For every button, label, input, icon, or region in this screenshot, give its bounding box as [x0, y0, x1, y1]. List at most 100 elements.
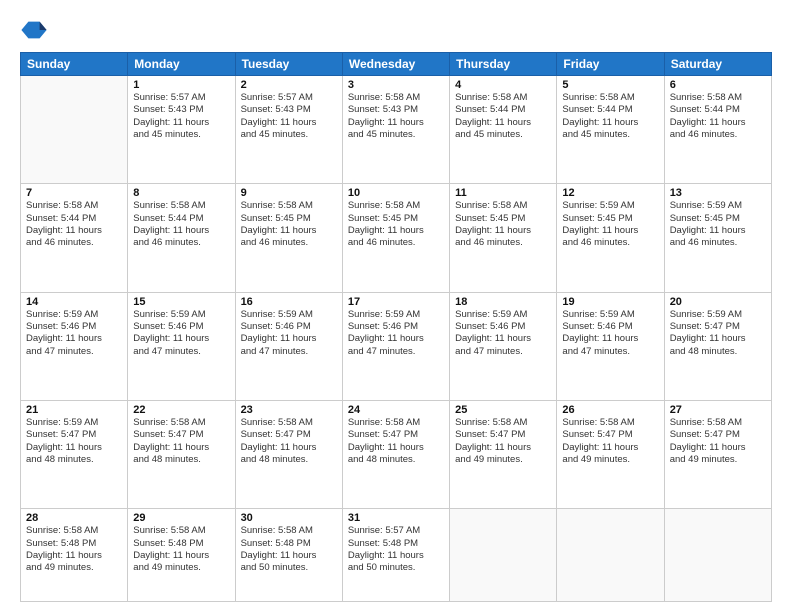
logo-icon	[20, 16, 48, 44]
day-number: 12	[562, 187, 658, 199]
day-number: 14	[26, 296, 122, 308]
day-number: 27	[670, 404, 766, 416]
day-number: 5	[562, 79, 658, 91]
day-info: Sunrise: 5:58 AM Sunset: 5:47 PM Dayligh…	[241, 417, 337, 466]
day-number: 17	[348, 296, 444, 308]
day-info: Sunrise: 5:58 AM Sunset: 5:45 PM Dayligh…	[241, 200, 337, 249]
week-row-4: 21Sunrise: 5:59 AM Sunset: 5:47 PM Dayli…	[21, 401, 772, 509]
day-info: Sunrise: 5:58 AM Sunset: 5:45 PM Dayligh…	[348, 200, 444, 249]
day-cell: 26Sunrise: 5:58 AM Sunset: 5:47 PM Dayli…	[557, 401, 664, 509]
day-info: Sunrise: 5:58 AM Sunset: 5:48 PM Dayligh…	[26, 525, 122, 574]
day-number: 29	[133, 512, 229, 524]
header	[20, 16, 772, 44]
day-cell: 23Sunrise: 5:58 AM Sunset: 5:47 PM Dayli…	[235, 401, 342, 509]
day-cell: 3Sunrise: 5:58 AM Sunset: 5:43 PM Daylig…	[342, 76, 449, 184]
day-number: 18	[455, 296, 551, 308]
day-cell	[664, 509, 771, 602]
day-info: Sunrise: 5:58 AM Sunset: 5:44 PM Dayligh…	[455, 92, 551, 141]
weekday-header-row: SundayMondayTuesdayWednesdayThursdayFrid…	[21, 53, 772, 76]
day-cell: 27Sunrise: 5:58 AM Sunset: 5:47 PM Dayli…	[664, 401, 771, 509]
day-info: Sunrise: 5:59 AM Sunset: 5:47 PM Dayligh…	[670, 309, 766, 358]
day-cell: 9Sunrise: 5:58 AM Sunset: 5:45 PM Daylig…	[235, 184, 342, 292]
page: SundayMondayTuesdayWednesdayThursdayFrid…	[0, 0, 792, 612]
day-info: Sunrise: 5:58 AM Sunset: 5:44 PM Dayligh…	[133, 200, 229, 249]
day-cell: 28Sunrise: 5:58 AM Sunset: 5:48 PM Dayli…	[21, 509, 128, 602]
day-cell: 14Sunrise: 5:59 AM Sunset: 5:46 PM Dayli…	[21, 292, 128, 400]
day-cell	[450, 509, 557, 602]
day-cell: 22Sunrise: 5:58 AM Sunset: 5:47 PM Dayli…	[128, 401, 235, 509]
day-number: 22	[133, 404, 229, 416]
day-cell: 31Sunrise: 5:57 AM Sunset: 5:48 PM Dayli…	[342, 509, 449, 602]
day-cell: 2Sunrise: 5:57 AM Sunset: 5:43 PM Daylig…	[235, 76, 342, 184]
day-number: 2	[241, 79, 337, 91]
day-info: Sunrise: 5:58 AM Sunset: 5:47 PM Dayligh…	[670, 417, 766, 466]
day-info: Sunrise: 5:58 AM Sunset: 5:45 PM Dayligh…	[455, 200, 551, 249]
logo-text	[20, 16, 50, 44]
day-info: Sunrise: 5:58 AM Sunset: 5:44 PM Dayligh…	[26, 200, 122, 249]
day-cell: 5Sunrise: 5:58 AM Sunset: 5:44 PM Daylig…	[557, 76, 664, 184]
day-cell: 8Sunrise: 5:58 AM Sunset: 5:44 PM Daylig…	[128, 184, 235, 292]
day-info: Sunrise: 5:58 AM Sunset: 5:44 PM Dayligh…	[562, 92, 658, 141]
day-cell: 24Sunrise: 5:58 AM Sunset: 5:47 PM Dayli…	[342, 401, 449, 509]
day-number: 8	[133, 187, 229, 199]
day-cell: 25Sunrise: 5:58 AM Sunset: 5:47 PM Dayli…	[450, 401, 557, 509]
day-number: 6	[670, 79, 766, 91]
day-number: 26	[562, 404, 658, 416]
day-info: Sunrise: 5:57 AM Sunset: 5:48 PM Dayligh…	[348, 525, 444, 574]
day-cell: 20Sunrise: 5:59 AM Sunset: 5:47 PM Dayli…	[664, 292, 771, 400]
day-cell: 13Sunrise: 5:59 AM Sunset: 5:45 PM Dayli…	[664, 184, 771, 292]
day-info: Sunrise: 5:58 AM Sunset: 5:48 PM Dayligh…	[133, 525, 229, 574]
day-number: 30	[241, 512, 337, 524]
weekday-header-tuesday: Tuesday	[235, 53, 342, 76]
week-row-2: 7Sunrise: 5:58 AM Sunset: 5:44 PM Daylig…	[21, 184, 772, 292]
day-number: 21	[26, 404, 122, 416]
day-info: Sunrise: 5:58 AM Sunset: 5:43 PM Dayligh…	[348, 92, 444, 141]
day-cell: 6Sunrise: 5:58 AM Sunset: 5:44 PM Daylig…	[664, 76, 771, 184]
day-number: 10	[348, 187, 444, 199]
day-cell: 21Sunrise: 5:59 AM Sunset: 5:47 PM Dayli…	[21, 401, 128, 509]
weekday-header-thursday: Thursday	[450, 53, 557, 76]
day-cell: 1Sunrise: 5:57 AM Sunset: 5:43 PM Daylig…	[128, 76, 235, 184]
logo	[20, 16, 50, 44]
day-cell	[21, 76, 128, 184]
day-number: 3	[348, 79, 444, 91]
day-cell: 29Sunrise: 5:58 AM Sunset: 5:48 PM Dayli…	[128, 509, 235, 602]
day-number: 11	[455, 187, 551, 199]
day-number: 16	[241, 296, 337, 308]
day-number: 19	[562, 296, 658, 308]
day-info: Sunrise: 5:59 AM Sunset: 5:46 PM Dayligh…	[455, 309, 551, 358]
day-info: Sunrise: 5:58 AM Sunset: 5:47 PM Dayligh…	[133, 417, 229, 466]
day-info: Sunrise: 5:57 AM Sunset: 5:43 PM Dayligh…	[241, 92, 337, 141]
day-number: 9	[241, 187, 337, 199]
day-number: 31	[348, 512, 444, 524]
day-cell: 12Sunrise: 5:59 AM Sunset: 5:45 PM Dayli…	[557, 184, 664, 292]
day-cell: 10Sunrise: 5:58 AM Sunset: 5:45 PM Dayli…	[342, 184, 449, 292]
day-number: 15	[133, 296, 229, 308]
day-info: Sunrise: 5:59 AM Sunset: 5:46 PM Dayligh…	[241, 309, 337, 358]
week-row-1: 1 Sunrise: 5:57 AM Sunset: 5:43 PM Daylig…	[21, 76, 772, 184]
day-info: Sunrise: 5:58 AM Sunset: 5:47 PM Dayligh…	[455, 417, 551, 466]
weekday-header-sunday: Sunday	[21, 53, 128, 76]
day-info: Sunrise: 5:58 AM Sunset: 5:44 PM Dayligh…	[670, 92, 766, 141]
day-info: Sunrise: 5:58 AM Sunset: 5:47 PM Dayligh…	[348, 417, 444, 466]
day-cell: 15Sunrise: 5:59 AM Sunset: 5:46 PM Dayli…	[128, 292, 235, 400]
weekday-header-friday: Friday	[557, 53, 664, 76]
week-row-5: 28Sunrise: 5:58 AM Sunset: 5:48 PM Dayli…	[21, 509, 772, 602]
day-info: Sunrise: 5:58 AM Sunset: 5:48 PM Dayligh…	[241, 525, 337, 574]
day-number: 1	[133, 79, 229, 91]
day-cell: 7Sunrise: 5:58 AM Sunset: 5:44 PM Daylig…	[21, 184, 128, 292]
week-row-3: 14Sunrise: 5:59 AM Sunset: 5:46 PM Dayli…	[21, 292, 772, 400]
day-cell	[557, 509, 664, 602]
day-cell: 16Sunrise: 5:59 AM Sunset: 5:46 PM Dayli…	[235, 292, 342, 400]
day-cell: 30Sunrise: 5:58 AM Sunset: 5:48 PM Dayli…	[235, 509, 342, 602]
day-number: 20	[670, 296, 766, 308]
day-info: Sunrise: 5:58 AM Sunset: 5:47 PM Dayligh…	[562, 417, 658, 466]
weekday-header-monday: Monday	[128, 53, 235, 76]
day-info: Sunrise: 5:59 AM Sunset: 5:46 PM Dayligh…	[26, 309, 122, 358]
day-number: 28	[26, 512, 122, 524]
day-cell: 17Sunrise: 5:59 AM Sunset: 5:46 PM Dayli…	[342, 292, 449, 400]
day-info: Sunrise: 5:59 AM Sunset: 5:45 PM Dayligh…	[562, 200, 658, 249]
day-info: Sunrise: 5:59 AM Sunset: 5:47 PM Dayligh…	[26, 417, 122, 466]
weekday-header-saturday: Saturday	[664, 53, 771, 76]
day-number: 23	[241, 404, 337, 416]
